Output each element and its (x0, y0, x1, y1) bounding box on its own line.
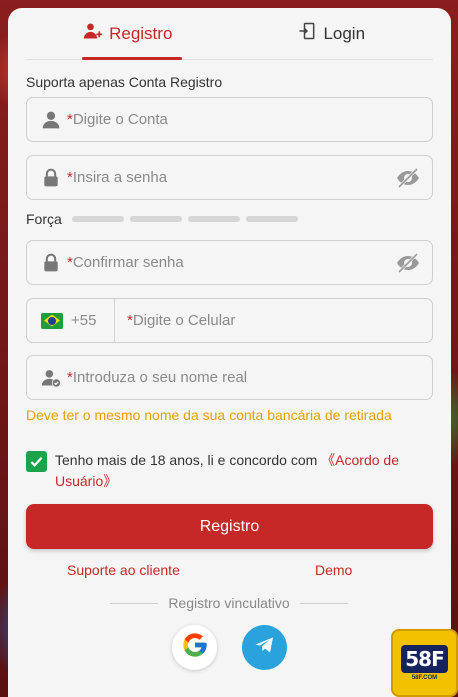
telegram-login-button[interactable] (242, 625, 287, 670)
eye-off-icon[interactable] (396, 167, 420, 189)
strength-bar (245, 216, 298, 222)
tab-login[interactable]: Login (230, 8, 434, 59)
agreement-statement: Tenho mais de 18 anos, li e concordo com (55, 452, 322, 468)
login-door-icon (297, 21, 317, 46)
lock-icon (41, 168, 61, 188)
register-button[interactable]: Registro (26, 504, 433, 549)
password-strength: Força (26, 211, 298, 227)
account-placeholder: Digite o Conta (72, 111, 168, 128)
lock-icon (41, 253, 61, 273)
register-card: Registro Login Suporta apenas Conta Regi… (8, 8, 451, 697)
tab-registro[interactable]: Registro (26, 8, 230, 59)
demo-link[interactable]: Demo (315, 562, 352, 578)
password-placeholder: Insira a senha (72, 169, 168, 186)
eye-off-icon[interactable] (396, 252, 420, 274)
strength-label: Força (26, 211, 62, 227)
phone-field[interactable]: +55 * Digite o Celular (26, 298, 433, 343)
confirm-placeholder: Confirmar senha (72, 254, 184, 271)
real-name-placeholder: Introduza o seu nome real (72, 369, 248, 386)
strength-bar (129, 216, 182, 222)
agreement-row: Tenho mais de 18 anos, li e concordo com… (26, 450, 426, 492)
divider-line (299, 602, 349, 604)
password-field[interactable]: * Insira a senha (26, 155, 433, 200)
user-check-icon (41, 368, 61, 388)
customer-support-link[interactable]: Suporte ao cliente (67, 562, 180, 578)
tab-login-label: Login (323, 23, 366, 43)
real-name-field[interactable]: * Introduza o seu nome real (26, 355, 433, 400)
google-icon (181, 631, 209, 664)
divider-line (110, 602, 159, 604)
brand-logo: 58F (401, 645, 448, 673)
brand-badge[interactable]: 58F 58F.COM (391, 629, 458, 697)
country-code-select[interactable]: +55 (27, 299, 115, 342)
support-note: Suporta apenas Conta Registro (26, 74, 223, 90)
google-login-button[interactable] (172, 625, 217, 670)
brand-domain: 58F.COM (411, 675, 438, 681)
phone-placeholder: Digite o Celular (132, 312, 236, 329)
divider-text: Registro vinculativo (168, 595, 290, 611)
country-code: +55 (71, 312, 97, 329)
strength-bar (187, 216, 240, 222)
agreement-checkbox[interactable] (26, 451, 47, 472)
social-divider: Registro vinculativo (110, 595, 349, 611)
tab-bar: Registro Login (26, 8, 433, 60)
user-icon (41, 110, 61, 130)
strength-bar (71, 216, 124, 222)
brazil-flag-icon (41, 312, 63, 329)
user-add-icon (83, 21, 103, 46)
account-field[interactable]: * Digite o Conta (26, 97, 433, 142)
telegram-icon (253, 633, 277, 662)
active-tab-indicator (82, 57, 182, 60)
name-hint: Deve ter o mesmo nome da sua conta bancá… (26, 407, 392, 423)
confirm-password-field[interactable]: * Confirmar senha (26, 240, 433, 285)
tab-registro-label: Registro (109, 23, 173, 43)
agreement-text: Tenho mais de 18 anos, li e concordo com… (55, 450, 426, 492)
